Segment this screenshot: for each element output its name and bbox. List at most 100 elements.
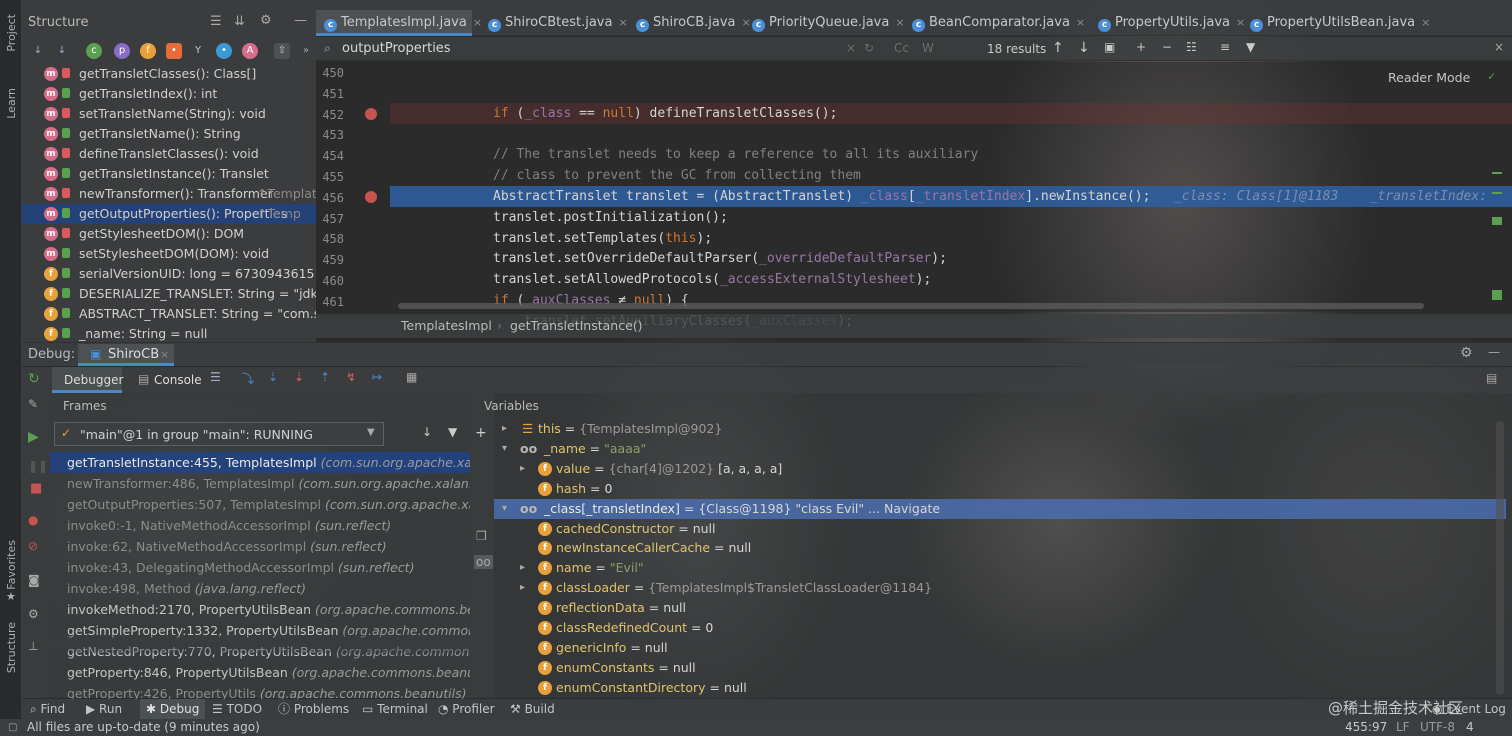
search-input[interactable]: outputProperties (342, 41, 451, 56)
editor-tab[interactable]: c PropertyUtilsBean.java × (1242, 10, 1430, 36)
whole-words-toggle[interactable]: W (922, 41, 934, 55)
show-properties-icon[interactable]: p (114, 43, 130, 59)
variable-row[interactable]: ▾ oo _name = "aaaa" (494, 439, 1506, 459)
close-find-icon[interactable]: × (1494, 40, 1504, 54)
editor-tab[interactable]: c PropertyUtils.java × (1090, 10, 1245, 36)
editor-tab[interactable]: c ShiroCB.java × (628, 10, 751, 36)
structure-item[interactable]: m getTransletIndex(): int (22, 84, 316, 104)
pin-icon[interactable]: ⊥ (28, 639, 38, 653)
breakpoint-icon[interactable] (365, 107, 377, 120)
structure-item[interactable]: f _name: String = null (22, 324, 316, 344)
stack-frame[interactable]: getOutputProperties:507, TemplatesImpl (… (50, 494, 470, 515)
sort-icon[interactable]: ☰ (210, 14, 222, 29)
structure-tool-button[interactable]: Structure (5, 622, 18, 673)
variable-row[interactable]: ▸ f name = "Evil" (494, 558, 1506, 578)
stack-frame[interactable]: invoke:43, DelegatingMethodAccessorImpl … (50, 557, 470, 578)
hide-icon[interactable]: — (294, 13, 307, 28)
variable-row[interactable]: f newInstanceCallerCache = null (494, 538, 1506, 558)
variable-row[interactable]: ▾ oo _class[_transletIndex] = {Class@1198}… (494, 498, 1506, 519)
structure-item[interactable]: m getTransletClasses(): Class[] (22, 64, 316, 84)
remove-selection-icon[interactable]: − (1162, 40, 1172, 54)
variable-row[interactable]: ▸ f value = {char[4]@1202} [a, a, a, a] (494, 459, 1506, 479)
editor-tab[interactable]: c ShiroCBtest.java × (480, 10, 628, 36)
drop-frame-icon[interactable]: ↯ (346, 370, 356, 384)
frame-down-icon[interactable]: ↓ (422, 425, 432, 439)
editor-tab[interactable]: c TemplatesImpl.java × (316, 10, 482, 36)
reader-mode-button[interactable]: Reader Mode (1388, 70, 1470, 85)
structure-item[interactable]: m getStylesheetDOM(): DOM (22, 224, 316, 244)
variables-scrollbar[interactable] (1496, 421, 1504, 695)
wrench-icon[interactable]: ✎ (28, 397, 38, 411)
stack-frame[interactable]: newTransformer:486, TemplatesImpl (com.s… (50, 473, 470, 494)
select-all-icon[interactable]: ▣ (1104, 40, 1115, 54)
breadcrumb-method[interactable]: getTransletInstance() (510, 318, 643, 333)
variable-row[interactable]: f enumConstants = null (494, 658, 1506, 678)
file-encoding[interactable]: UTF-8 (1420, 719, 1455, 736)
line-separator[interactable]: LF (1396, 719, 1410, 736)
settings-gear-icon[interactable]: ⚙ (260, 13, 272, 28)
breadcrumb-class[interactable]: TemplatesImpl (401, 318, 492, 333)
variable-row[interactable]: f genericInfo = null (494, 638, 1506, 658)
expanded-arrow-icon[interactable]: ▾ (502, 499, 507, 519)
collapse-icon[interactable]: ⇊ (234, 14, 245, 29)
show-fields-icon[interactable]: f (140, 43, 156, 59)
close-tab-icon[interactable]: × (1421, 16, 1430, 29)
show-lambdas-icon[interactable]: Y (190, 43, 206, 59)
structure-item[interactable]: f serialVersionUID: long = 6730943615192 (22, 264, 316, 284)
stack-frame[interactable]: invoke:498, Method (java.lang.reflect) (50, 578, 470, 599)
console-tab[interactable]: Console (154, 373, 202, 387)
view-breakpoints-icon[interactable]: ● (28, 513, 38, 527)
structure-item[interactable]: m setTransletName(String): void (22, 104, 316, 124)
debug-hide-icon[interactable]: — (1488, 345, 1500, 359)
show-execution-point-icon[interactable]: ☰ (210, 370, 221, 384)
structure-item[interactable]: f ABSTRACT_TRANSLET: String = "com.sur (22, 304, 316, 324)
expanded-arrow-icon[interactable]: ▾ (502, 439, 507, 459)
variable-row[interactable]: f classRedefinedCount = 0 (494, 618, 1506, 638)
layout-icon[interactable]: ▤ (1486, 371, 1497, 385)
search-history-icon[interactable]: ↻ (864, 41, 874, 55)
multiline-icon[interactable]: ≡ (1220, 40, 1230, 54)
editor-tab[interactable]: c BeanComparator.java × (904, 10, 1085, 36)
terminal-tool[interactable]: ▭ Terminal (362, 699, 428, 719)
project-tool-button[interactable]: Project (5, 14, 18, 52)
run-tool[interactable]: ▶ Run (86, 699, 122, 719)
close-session-icon[interactable]: × (160, 348, 169, 361)
frame-filter-icon[interactable]: ▼ (448, 425, 457, 439)
step-over-icon[interactable]: ⤵ (242, 370, 254, 387)
clear-search-icon[interactable]: × (846, 41, 856, 55)
next-occurrence-icon[interactable]: ↓ (1078, 40, 1090, 56)
show-abstract-icon[interactable]: A (242, 43, 258, 59)
event-log-tool[interactable]: ◉ Event Log (1432, 699, 1506, 719)
breakpoint-icon[interactable] (365, 191, 377, 203)
problems-tool[interactable]: ⓘ Problems (278, 699, 349, 719)
mute-breakpoints-icon[interactable]: ⊘ (28, 539, 38, 553)
close-tab-icon[interactable]: × (618, 16, 627, 29)
caret-position[interactable]: 455:97 (1345, 719, 1387, 736)
pause-icon[interactable]: ❚❚ (28, 459, 48, 473)
collapsed-arrow-icon[interactable]: ▸ (520, 459, 525, 479)
debug-tool[interactable]: ✱ Debug (140, 699, 206, 719)
collapsed-arrow-icon[interactable]: ▸ (502, 419, 507, 439)
favorites-tool-button[interactable]: Favorites (5, 540, 18, 590)
debugger-tab[interactable]: Debugger (52, 367, 123, 393)
stack-frame[interactable]: getTransletInstance:455, TemplatesImpl (… (50, 452, 470, 473)
variable-row[interactable]: f cachedConstructor = null (494, 519, 1506, 539)
debug-settings-gear-icon[interactable]: ⚙ (1460, 345, 1473, 361)
collapsed-arrow-icon[interactable]: ▸ (520, 558, 525, 578)
variable-row[interactable]: f enumConstantDirectory = null (494, 678, 1506, 698)
show-non-public-icon[interactable]: • (166, 43, 182, 59)
status-icon[interactable]: ▢ (8, 719, 17, 736)
sort-alpha-icon[interactable]: ↓ (30, 43, 46, 59)
structure-item[interactable]: f DESERIALIZE_TRANSLET: String = "jdk.xm (22, 284, 316, 304)
settings-icon[interactable]: ⚙ (28, 607, 39, 621)
stack-frame[interactable]: invoke0:-1, NativeMethodAccessorImpl (su… (50, 515, 470, 536)
step-into-icon[interactable]: ⇣ (268, 370, 278, 384)
resume-icon[interactable]: ▶ (28, 429, 39, 445)
sort-visibility-icon[interactable]: ↓ (54, 43, 70, 59)
variable-row[interactable]: ▸ f classLoader = {TemplatesImpl$TransletC… (494, 578, 1506, 598)
code-editor[interactable]: 450 451 if (_class == null) defineTranslet… (316, 62, 1512, 329)
debug-session-tab[interactable]: ▣ ShiroCB × (78, 344, 174, 366)
editor-tab[interactable]: c PriorityQueue.java × (744, 10, 905, 36)
variable-row[interactable]: ▸ ☰ this = {TemplatesImpl@902} (494, 419, 1506, 439)
step-out-icon[interactable]: ⇡ (320, 370, 330, 384)
